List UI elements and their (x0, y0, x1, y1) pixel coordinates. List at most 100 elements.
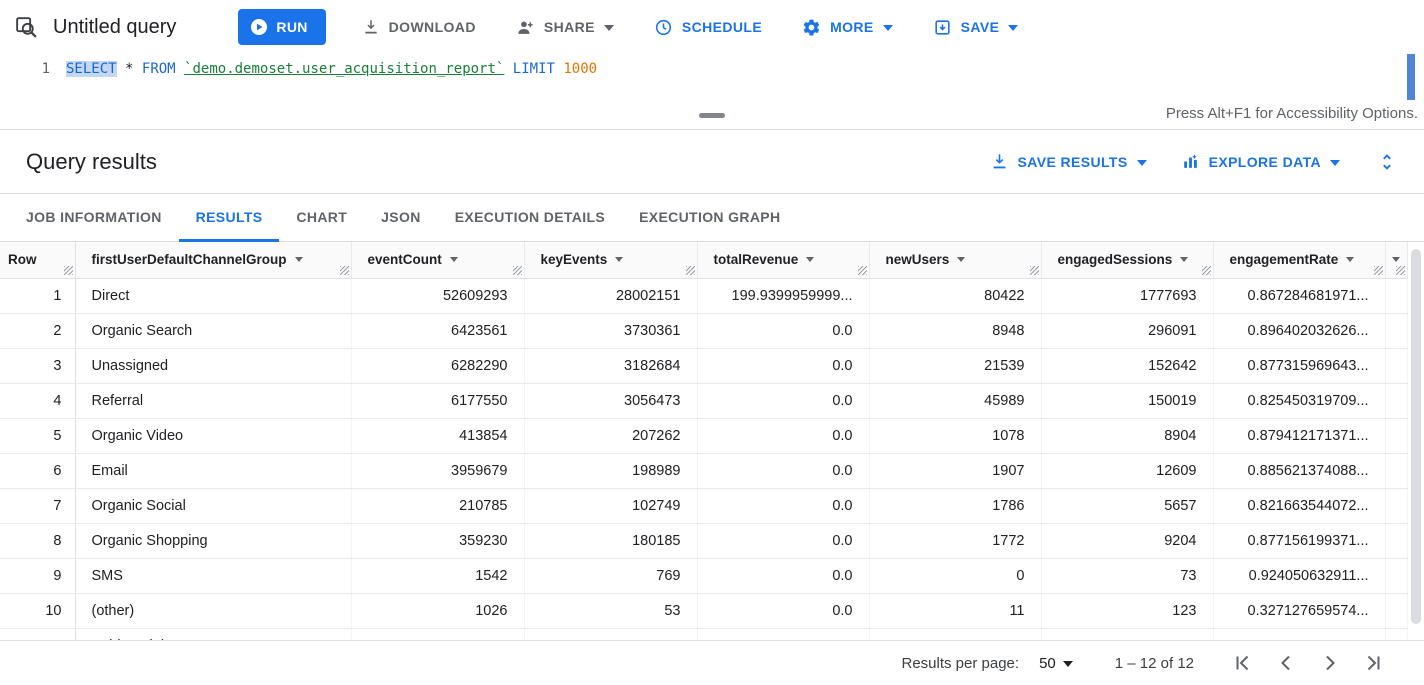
table-cell: 0.879412171371... (1213, 418, 1385, 453)
last-page-button[interactable] (1352, 643, 1396, 683)
tab-results[interactable]: RESULTS (179, 194, 280, 242)
column-menu-caret-icon[interactable] (615, 257, 623, 262)
download-button[interactable]: DOWNLOAD (356, 9, 482, 45)
table-cell: 1078 (869, 418, 1041, 453)
table-cell: Direct (75, 278, 351, 313)
splitter-drag-handle[interactable] (699, 113, 725, 118)
tab-execution-graph[interactable]: EXECUTION GRAPH (622, 194, 797, 242)
share-button[interactable]: SHARE (510, 9, 620, 45)
prev-page-button[interactable] (1264, 643, 1308, 683)
column-header-totalRevenue: totalRevenue (697, 242, 869, 278)
sql-limit-value: 1000 (563, 61, 597, 77)
column-resize-handle[interactable] (1374, 266, 1383, 275)
table-cell: 0.327127659574... (1213, 593, 1385, 628)
last-page-icon (1362, 651, 1386, 675)
editor-scrollbar-thumb[interactable] (1407, 54, 1415, 100)
table-row: 9SMS15427690.00730.924050632911... (0, 558, 1407, 593)
row-number-cell: 9 (0, 558, 75, 593)
column-menu-caret-icon[interactable] (1392, 257, 1400, 262)
table-row: 1Direct5260929328002151199.9399959999...… (0, 278, 1407, 313)
table-cell: Unassigned (75, 348, 351, 383)
play-circle-icon (250, 18, 268, 36)
person-add-icon (516, 18, 535, 37)
next-page-button[interactable] (1308, 643, 1352, 683)
table-cell: 0.0 (697, 453, 869, 488)
query-results-header: Query results SAVE RESULTS EXPLORE DATA (0, 130, 1424, 194)
query-title: Untitled query (53, 16, 176, 39)
table-cell-partial (1385, 628, 1407, 640)
column-menu-caret-icon[interactable] (957, 257, 965, 262)
sql-table-reference-link[interactable]: `demo.demoset.user_acquisition_report` (184, 61, 504, 77)
query-toolbar: Untitled query RUN DOWNLOAD (0, 0, 1424, 54)
table-cell: 0 (869, 558, 1041, 593)
column-menu-caret-icon[interactable] (1346, 257, 1354, 262)
table-cell-partial (1385, 523, 1407, 558)
column-resize-handle[interactable] (686, 266, 695, 275)
table-cell: 0.0 (697, 593, 869, 628)
schedule-button[interactable]: SCHEDULE (648, 9, 768, 45)
table-cell: 150019 (1041, 383, 1213, 418)
sql-editor[interactable]: 1 SELECT * FROM `demo.demoset.user_acqui… (0, 54, 1424, 104)
table-cell: 73 (1041, 558, 1213, 593)
sql-star: * (125, 61, 133, 77)
more-button[interactable]: MORE (796, 9, 899, 45)
sql-code-line[interactable]: SELECT * FROM `demo.demoset.user_acquisi… (66, 61, 597, 77)
table-cell: 413854 (351, 418, 524, 453)
results-table-area: Row firstUserDefaultChannelGroup eventCo… (0, 242, 1424, 640)
save-button[interactable]: SAVE (927, 9, 1025, 45)
table-cell: 9204 (1041, 523, 1213, 558)
row-number-cell: 5 (0, 418, 75, 453)
chevron-left-icon (1274, 651, 1298, 675)
column-header-engagementRate: engagementRate (1213, 242, 1385, 278)
column-menu-caret-icon[interactable] (450, 257, 458, 262)
save-results-download-icon (990, 152, 1009, 171)
table-cell: 199.9399959999... (697, 278, 869, 313)
table-cell: 296091 (1041, 313, 1213, 348)
table-cell: 359230 (351, 523, 524, 558)
table-cell: 0.0 (697, 488, 869, 523)
column-menu-caret-icon[interactable] (806, 257, 814, 262)
column-header-row: Row (0, 242, 75, 278)
table-cell: 0.877156199371... (1213, 523, 1385, 558)
save-results-caret (1137, 160, 1147, 166)
share-dropdown-caret (604, 25, 614, 31)
query-tab-icon (14, 14, 40, 40)
first-page-button[interactable] (1220, 643, 1264, 683)
column-resize-handle[interactable] (858, 266, 867, 275)
tab-execution-details[interactable]: EXECUTION DETAILS (438, 194, 622, 242)
column-resize-handle[interactable] (1396, 266, 1405, 275)
table-cell: 6177550 (351, 383, 524, 418)
column-header-eventCount: eventCount (351, 242, 524, 278)
explore-data-button[interactable]: EXPLORE DATA (1181, 152, 1340, 171)
table-scrollbar-thumb[interactable] (1411, 249, 1421, 624)
table-cell: 0.0 (697, 383, 869, 418)
table-cell: 45989 (869, 383, 1041, 418)
tab-json[interactable]: JSON (364, 194, 438, 242)
column-resize-handle[interactable] (1030, 266, 1039, 275)
pagination-range: 1 – 12 of 12 (1115, 655, 1194, 672)
table-cell: SMS (75, 558, 351, 593)
column-resize-handle[interactable] (1202, 266, 1211, 275)
column-header-engagedSessions: engagedSessions (1041, 242, 1213, 278)
column-menu-caret-icon[interactable] (1180, 257, 1188, 262)
column-resize-handle[interactable] (340, 266, 349, 275)
expand-results-button[interactable] (1376, 151, 1398, 173)
run-button[interactable]: RUN (238, 9, 325, 45)
table-cell: 0.0 (697, 313, 869, 348)
table-cell-partial (1385, 558, 1407, 593)
table-cell: Email (75, 453, 351, 488)
column-resize-handle[interactable] (513, 266, 522, 275)
column-menu-caret-icon[interactable] (295, 257, 303, 262)
table-cell: 1026 (351, 593, 524, 628)
table-cell: 1907 (869, 453, 1041, 488)
column-resize-handle[interactable] (64, 266, 73, 275)
page-size-select[interactable]: 50 (1039, 655, 1073, 672)
save-results-button[interactable]: SAVE RESULTS (990, 152, 1147, 171)
row-number-cell: 8 (0, 523, 75, 558)
table-row: 6Email39596791989890.01907126090.8856213… (0, 453, 1407, 488)
table-cell: 0.0 (697, 628, 869, 640)
tab-chart[interactable]: CHART (279, 194, 364, 242)
table-cell-partial (1385, 278, 1407, 313)
tab-job-information[interactable]: JOB INFORMATION (9, 194, 179, 242)
table-cell: 207262 (524, 418, 697, 453)
